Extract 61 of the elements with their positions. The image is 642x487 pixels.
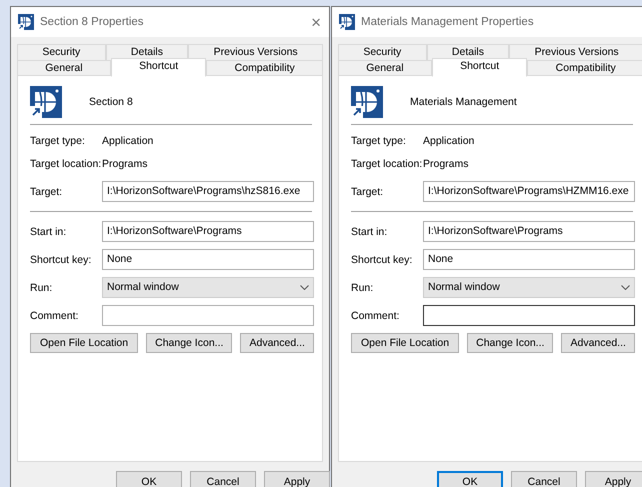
window-title: Materials Management Properties xyxy=(361,16,535,28)
tab[interactable]: Compatibility xyxy=(206,60,323,76)
close-button[interactable]: × xyxy=(311,14,321,30)
field-label: Shortcut key: xyxy=(30,254,92,266)
chevron-down-icon xyxy=(300,285,309,290)
field-label: Target location: xyxy=(30,158,102,170)
input-field[interactable]: I:\HorizonSoftware\Programs\HZMM16.exe xyxy=(423,181,635,202)
input-field[interactable]: I:\HorizonSoftware\Programs xyxy=(423,221,635,242)
tab[interactable]: Shortcut xyxy=(110,58,206,77)
input-field[interactable]: I:\HorizonSoftware\Programs xyxy=(102,221,314,242)
field-label: Target: xyxy=(30,186,64,198)
tab[interactable]: Security xyxy=(17,44,106,60)
dialog-button[interactable]: Apply xyxy=(264,471,330,487)
shortcut-name: Materials Management xyxy=(410,96,517,108)
action-button[interactable]: Advanced... xyxy=(561,333,635,353)
dialog-button[interactable]: Apply xyxy=(585,471,642,487)
field-label: Target: xyxy=(351,186,384,198)
field-label: Target location: xyxy=(351,158,423,170)
action-button[interactable]: Change Icon... xyxy=(467,333,554,353)
field-label: Run: xyxy=(30,282,54,294)
field-label: Start in: xyxy=(351,226,388,238)
app-icon xyxy=(339,14,355,30)
app-icon xyxy=(18,14,34,30)
field-value: Programs xyxy=(102,158,148,170)
tab[interactable]: General xyxy=(338,60,432,76)
shortcut-name: Section 8 xyxy=(89,96,133,108)
field-label: Target type: xyxy=(30,135,86,147)
shortcut-app-icon xyxy=(30,86,62,118)
dialog-button[interactable]: Cancel xyxy=(511,471,577,487)
action-button[interactable]: Open File Location xyxy=(351,333,460,353)
field-label: Comment: xyxy=(351,310,400,322)
action-button[interactable]: Advanced... xyxy=(240,333,314,353)
window-title: Section 8 Properties xyxy=(40,16,145,28)
dropdown[interactable]: Normal window xyxy=(102,277,314,298)
action-button[interactable]: Change Icon... xyxy=(146,333,232,353)
tab[interactable]: General xyxy=(17,60,111,76)
input-field[interactable] xyxy=(102,305,314,326)
input-field[interactable]: None xyxy=(102,249,314,270)
tab[interactable]: Previous Versions xyxy=(188,44,324,60)
dialog-button[interactable]: OK xyxy=(116,471,182,487)
dialog-button[interactable]: OK xyxy=(437,471,503,487)
field-value: Application xyxy=(423,135,474,147)
field-value: Programs xyxy=(423,158,469,170)
tab[interactable]: Security xyxy=(338,44,427,60)
field-value: Application xyxy=(102,135,154,147)
field-label: Run: xyxy=(351,282,374,294)
field-label: Comment: xyxy=(30,310,80,322)
input-field[interactable]: I:\HorizonSoftware\Programs\hzS816.exe xyxy=(102,181,314,202)
tab[interactable]: Previous Versions xyxy=(509,44,642,60)
field-label: Shortcut key: xyxy=(351,254,414,266)
input-field[interactable]: None xyxy=(423,249,635,270)
dialog-button[interactable]: Cancel xyxy=(190,471,256,487)
field-label: Start in: xyxy=(30,226,68,238)
action-button[interactable]: Open File Location xyxy=(30,333,138,353)
input-field[interactable] xyxy=(423,305,635,326)
dropdown[interactable]: Normal window xyxy=(423,277,635,298)
field-label: Target type: xyxy=(351,135,407,147)
chevron-down-icon xyxy=(621,285,630,290)
tab[interactable]: Shortcut xyxy=(432,58,528,77)
shortcut-app-icon xyxy=(351,86,383,118)
tab[interactable]: Compatibility xyxy=(527,60,642,76)
